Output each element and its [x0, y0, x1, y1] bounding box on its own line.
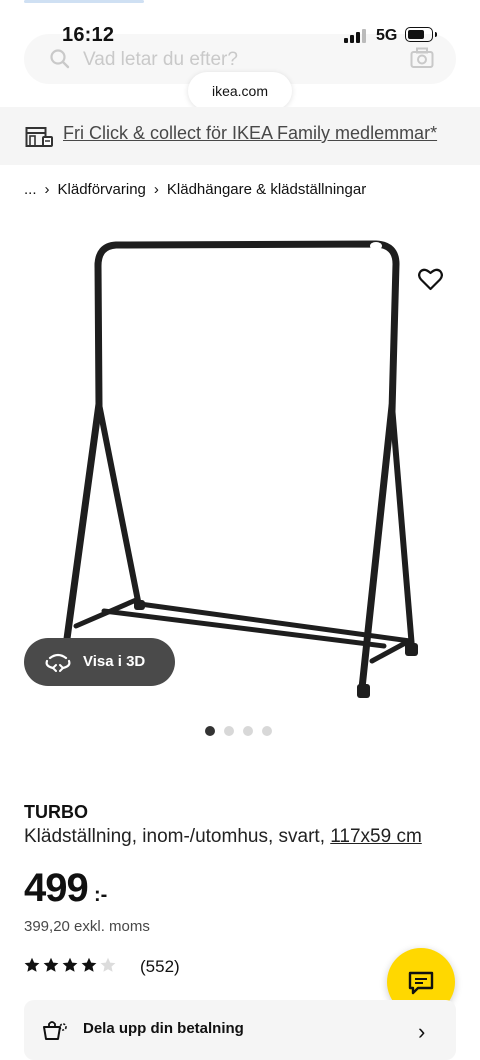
product-price: 499 [24, 866, 89, 910]
star-empty-icon [100, 957, 116, 972]
battery-icon [405, 27, 433, 42]
pagination-dot[interactable] [205, 726, 215, 736]
breadcrumb: ... › Klädförvaring › Klädhängare & kläd… [24, 181, 366, 198]
price-ex-vat: 399,20 exkl. moms [24, 918, 150, 935]
star-filled-icon [43, 957, 59, 972]
status-time: 16:12 [62, 24, 115, 46]
product-name: TURBO [24, 802, 88, 822]
rotate-3d-icon [44, 652, 72, 677]
chevron-right-icon: › [418, 1019, 426, 1044]
star-filled-icon [81, 957, 97, 972]
price-suffix: :- [94, 884, 108, 906]
camera-icon[interactable] [410, 47, 434, 74]
chevron-right-icon: › [44, 181, 50, 198]
top-indicator [24, 0, 144, 3]
payment-split-label: Dela upp din betalning [83, 1020, 244, 1037]
store-icon [25, 124, 53, 153]
breadcrumb-item-kladhangare[interactable]: Klädhängare & klädställningar [167, 181, 366, 198]
network-type: 5G [376, 27, 398, 44]
rating-stars[interactable] [24, 957, 116, 973]
chat-icon [408, 971, 434, 995]
star-filled-icon [62, 957, 78, 972]
product-description: Klädställning, inom-/utomhus, svart, 117… [24, 826, 422, 848]
view-in-3d-button[interactable]: Visa i 3D [24, 638, 175, 686]
view-in-3d-label: Visa i 3D [83, 653, 146, 670]
search-icon[interactable] [50, 49, 70, 74]
signal-icon [344, 29, 368, 48]
favorite-heart-icon[interactable] [418, 268, 443, 296]
image-pagination[interactable] [205, 726, 272, 736]
breadcrumb-more[interactable]: ... [24, 181, 37, 198]
url-pill[interactable]: ikea.com [188, 72, 292, 110]
star-filled-icon [24, 957, 40, 972]
pagination-dot[interactable] [224, 726, 234, 736]
promo-banner-link[interactable]: Fri Click & collect för IKEA Family medl… [63, 123, 437, 144]
shopping-bag-icon [41, 1019, 67, 1046]
product-size-link[interactable]: 117x59 cm [330, 826, 422, 847]
product-description-text: Klädställning, inom-/utomhus, svart, [24, 826, 331, 847]
pagination-dot[interactable] [262, 726, 272, 736]
breadcrumb-item-kladforvaring[interactable]: Klädförvaring [58, 181, 146, 198]
pagination-dot[interactable] [243, 726, 253, 736]
search-input[interactable]: Vad letar du efter? [83, 49, 238, 71]
chevron-right-icon: › [153, 181, 159, 198]
product-image[interactable] [54, 236, 434, 706]
review-count[interactable]: (552) [140, 957, 180, 977]
